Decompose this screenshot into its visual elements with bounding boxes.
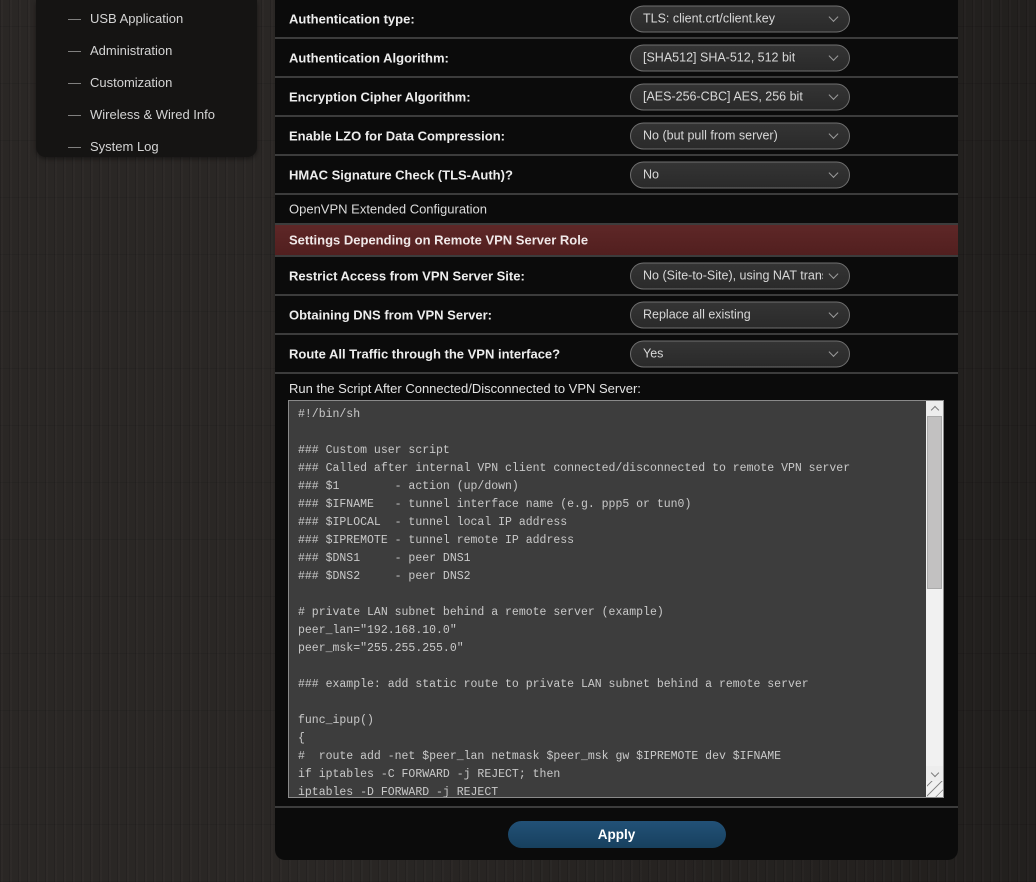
- encryption-cipher-select[interactable]: [AES-256-CBC] AES, 256 bit: [630, 83, 850, 110]
- field-label: Restrict Access from VPN Server Site:: [289, 268, 525, 283]
- section-title: Settings Depending on Remote VPN Server …: [289, 233, 588, 248]
- chevron-down-icon: [829, 90, 839, 100]
- form-row-restrict-access: Restrict Access from VPN Server Site: No…: [275, 257, 958, 294]
- field-label: Encryption Cipher Algorithm:: [289, 89, 471, 104]
- sidebar-item-usb-application[interactable]: — USB Application: [36, 2, 257, 34]
- field-label: Obtaining DNS from VPN Server:: [289, 307, 492, 322]
- lzo-compression-select[interactable]: No (but pull from server): [630, 122, 850, 149]
- chevron-down-icon: [829, 51, 839, 61]
- field-label: Authentication type:: [289, 11, 415, 26]
- sidebar-item-customization[interactable]: — Customization: [36, 66, 257, 98]
- script-section: Run the Script After Connected/Disconnec…: [275, 374, 958, 806]
- menu-dash-icon: —: [68, 107, 90, 122]
- route-traffic-select[interactable]: Yes: [630, 340, 850, 367]
- vpn-settings-panel: Authentication type: TLS: client.crt/cli…: [275, 0, 958, 860]
- hmac-check-select[interactable]: No: [630, 161, 850, 188]
- sidebar-item-wireless-wired-info[interactable]: — Wireless & Wired Info: [36, 98, 257, 130]
- chevron-down-icon: [829, 347, 839, 357]
- field-label: HMAC Signature Check (TLS-Auth)?: [289, 167, 513, 182]
- scroll-down-button[interactable]: [926, 766, 943, 781]
- sidebar-item-label: Administration: [90, 43, 172, 58]
- textarea-scrollbar[interactable]: [926, 401, 943, 797]
- field-label: Authentication Algorithm:: [289, 50, 449, 65]
- sidebar-item-system-log[interactable]: — System Log: [36, 130, 257, 162]
- field-label: Route All Traffic through the VPN interf…: [289, 346, 560, 361]
- script-content: #!/bin/sh ### Custom user script ### Cal…: [289, 401, 943, 797]
- script-label: Run the Script After Connected/Disconnec…: [289, 381, 944, 396]
- form-row-lzo-compression: Enable LZO for Data Compression: No (but…: [275, 117, 958, 154]
- chevron-down-icon: [829, 308, 839, 318]
- chevron-down-icon: [829, 129, 839, 139]
- scroll-down-icon: [930, 768, 938, 776]
- scroll-up-icon: [930, 406, 938, 414]
- chevron-down-icon: [829, 269, 839, 279]
- textarea-resize-grip-icon[interactable]: [927, 781, 943, 797]
- form-row-dns-mode: Obtaining DNS from VPN Server: Replace a…: [275, 296, 958, 333]
- authentication-type-select[interactable]: TLS: client.crt/client.key: [630, 5, 850, 32]
- form-row-hmac-check: HMAC Signature Check (TLS-Auth)? No: [275, 156, 958, 193]
- sidebar-menu: — USB Application — Administration — Cus…: [36, 0, 257, 157]
- form-row-encryption-cipher: Encryption Cipher Algorithm: [AES-256-CB…: [275, 78, 958, 115]
- chevron-down-icon: [829, 12, 839, 22]
- vpn-script-textarea[interactable]: #!/bin/sh ### Custom user script ### Cal…: [288, 400, 944, 798]
- sidebar-item-label: Wireless & Wired Info: [90, 107, 215, 122]
- sidebar-item-label: USB Application: [90, 11, 183, 26]
- apply-button[interactable]: Apply: [508, 821, 726, 848]
- chevron-down-icon: [829, 168, 839, 178]
- menu-dash-icon: —: [68, 139, 90, 154]
- section-header-remote-vpn-role: Settings Depending on Remote VPN Server …: [275, 225, 958, 255]
- menu-dash-icon: —: [68, 11, 90, 26]
- form-row-authentication-type: Authentication type: TLS: client.crt/cli…: [275, 0, 958, 37]
- scrollbar-thumb[interactable]: [927, 416, 942, 589]
- menu-dash-icon: —: [68, 75, 90, 90]
- scroll-up-button[interactable]: [926, 401, 943, 416]
- section-header-openvpn-extended: OpenVPN Extended Configuration: [275, 195, 958, 223]
- sidebar-item-label: Customization: [90, 75, 172, 90]
- section-title: OpenVPN Extended Configuration: [289, 202, 487, 217]
- form-row-authentication-algorithm: Authentication Algorithm: [SHA512] SHA-5…: [275, 39, 958, 76]
- sidebar-item-label: System Log: [90, 139, 159, 154]
- menu-dash-icon: —: [68, 43, 90, 58]
- restrict-access-select[interactable]: No (Site-to-Site), using NAT trans: [630, 262, 850, 289]
- field-label: Enable LZO for Data Compression:: [289, 128, 505, 143]
- authentication-algorithm-select[interactable]: [SHA512] SHA-512, 512 bit: [630, 44, 850, 71]
- form-row-route-all-traffic: Route All Traffic through the VPN interf…: [275, 335, 958, 372]
- sidebar-item-administration[interactable]: — Administration: [36, 34, 257, 66]
- apply-section: Apply: [275, 808, 958, 860]
- dns-mode-select[interactable]: Replace all existing: [630, 301, 850, 328]
